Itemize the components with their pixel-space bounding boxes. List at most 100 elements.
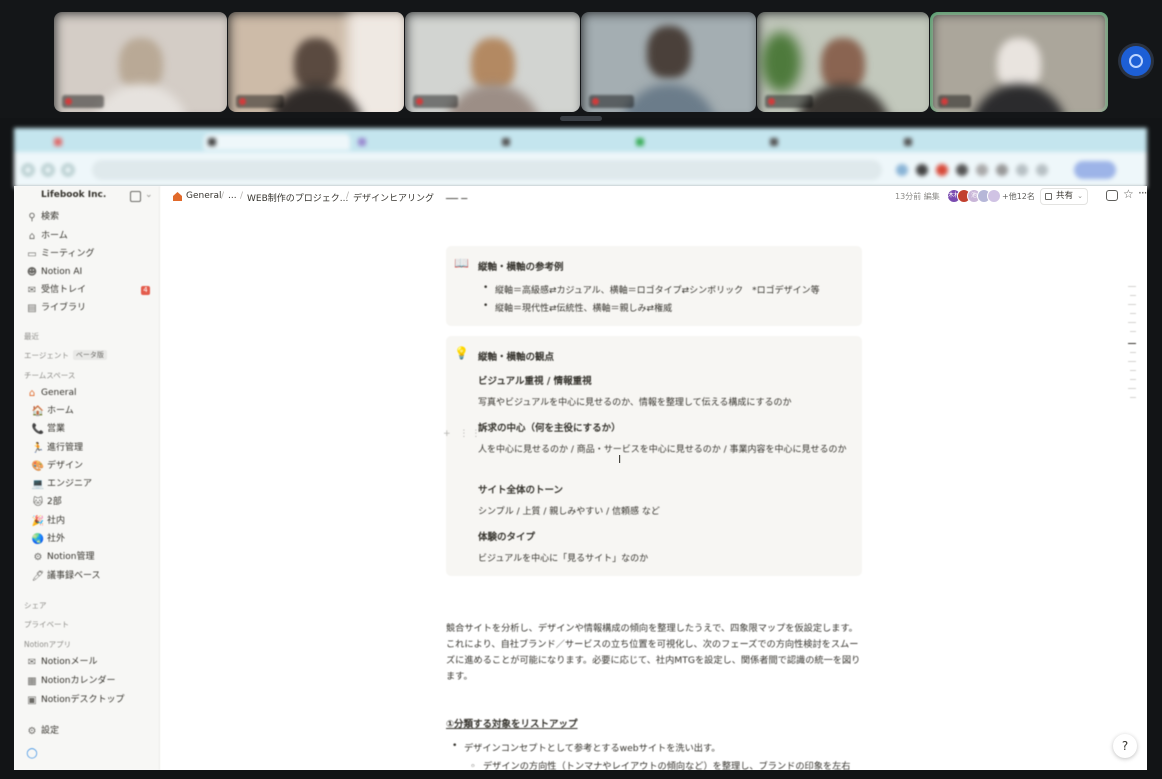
toc-line[interactable]	[1130, 352, 1136, 353]
sidebar-section-recent[interactable]: 最近	[24, 331, 39, 342]
browser-tab-active[interactable]	[204, 134, 350, 150]
sidebar-item-home[interactable]: ⌂ ホーム	[24, 228, 154, 245]
sidebar-item-notion-desktop[interactable]: ▣ Notionデスクトップ	[24, 692, 154, 709]
breadcrumb-separator: /	[221, 191, 225, 201]
mail-icon: ✉	[27, 657, 37, 668]
sidebar-item-team-home[interactable]: 🏠 ホーム	[30, 403, 160, 420]
sidebar-section-shared[interactable]: シェア	[24, 600, 47, 611]
star-icon[interactable]: ☆	[1123, 187, 1134, 201]
list-item[interactable]: デザインコンセプトとして参考とするwebサイトを洗い出す。	[452, 740, 720, 754]
participant-tile[interactable]	[54, 12, 227, 112]
participant-tile-speaking[interactable]	[930, 12, 1108, 112]
toc-line[interactable]	[1128, 361, 1136, 362]
sidebar-item-dept2[interactable]: 🐱 2部	[30, 494, 160, 511]
breadcrumb-project[interactable]: WEB制作のプロジェク...	[247, 191, 348, 204]
toc-line[interactable]	[1130, 331, 1136, 332]
back-icon[interactable]	[22, 164, 34, 176]
participant-tile[interactable]	[228, 12, 404, 112]
more-options-icon[interactable]: ···	[1138, 186, 1147, 200]
beta-badge: ベータ版	[72, 350, 107, 360]
sidebar-item-notion-mail[interactable]: ✉ Notionメール	[24, 654, 154, 671]
toc-line[interactable]	[1128, 286, 1136, 287]
call-control-button[interactable]	[1121, 46, 1151, 76]
last-edited-label[interactable]: 13分前 編集	[895, 191, 940, 202]
toc-line[interactable]	[1130, 397, 1136, 398]
chevron-down-icon[interactable]: ⌄	[145, 190, 153, 200]
forward-icon[interactable]	[42, 164, 54, 176]
workspace-switcher[interactable]: Lifebook Inc. ⌄	[14, 186, 160, 208]
extension-icon[interactable]	[1036, 164, 1048, 176]
toc-line[interactable]	[1130, 295, 1136, 296]
sidebar-item-notion-ai[interactable]: ☻ Notion AI	[24, 264, 154, 281]
extension-icon[interactable]	[1016, 164, 1028, 176]
block-drag-handle[interactable]: + ⋮⋮	[443, 429, 483, 439]
sidebar-item-engineer[interactable]: 💻 エンジニア	[30, 476, 160, 493]
sidebar-item-invite[interactable]: ◯	[24, 745, 154, 762]
extension-icon[interactable]	[936, 164, 948, 176]
sidebar-item-notion-admin[interactable]: ⚙ Notion管理	[30, 549, 160, 566]
teamspace-general[interactable]: ⌂ General	[24, 385, 154, 402]
browser-tab[interactable]	[354, 134, 494, 150]
sidebar-item-internal[interactable]: 🎉 社内	[30, 513, 160, 530]
extension-icon[interactable]	[976, 164, 988, 176]
body-paragraph[interactable]: 競合サイトを分析し、デザインや情報構成の傾向を整理したうえで、四象限マップを仮設…	[446, 621, 862, 685]
toc-line[interactable]	[1130, 313, 1136, 314]
breadcrumb-ellipsis[interactable]: ...	[228, 191, 237, 201]
avatar[interactable]	[987, 189, 1001, 203]
list-subitem[interactable]: デザインの方向性（トンマナやレイアウトの傾向など）を整理し、ブランドの印象を左右…	[470, 759, 855, 770]
sidebar-item-search[interactable]: ⚲ 検索	[24, 209, 154, 226]
sidebar-section-apps[interactable]: Notionアプリ	[24, 639, 71, 650]
other-viewers-count[interactable]: +他12名	[1002, 191, 1035, 202]
workspace-name: Lifebook Inc.	[41, 190, 107, 200]
extension-icon[interactable]	[956, 164, 968, 176]
sidebar-item-notion-calendar[interactable]: ▦ Notionカレンダー	[24, 673, 154, 690]
toc-line-active[interactable]	[1128, 343, 1136, 344]
sidebar-item-external[interactable]: 🌏 社外	[30, 531, 160, 548]
browser-tab[interactable]	[766, 134, 896, 150]
callout-title: 縦軸・横軸の参考例	[478, 262, 564, 273]
browser-tab[interactable]	[498, 134, 628, 150]
new-page-icon[interactable]	[130, 191, 141, 202]
sidebar-item-settings[interactable]: ⚙ 設定	[24, 723, 154, 740]
toc-line[interactable]	[1130, 370, 1136, 371]
address-bar[interactable]	[92, 160, 882, 180]
sidebar-item-inbox[interactable]: ✉ 受信トレイ	[24, 282, 154, 299]
comment-icon[interactable]	[1106, 190, 1118, 201]
sidebar-item-sales[interactable]: 📞 営業	[30, 421, 160, 438]
toc-line[interactable]	[1130, 379, 1136, 380]
callout-subheading: 体験のタイプ	[478, 532, 536, 543]
participant-tile[interactable]	[757, 12, 929, 112]
browser-tab[interactable]	[50, 134, 200, 150]
help-button[interactable]: ?	[1113, 734, 1137, 758]
strip-resize-handle[interactable]	[560, 116, 602, 121]
callout-perspectives[interactable]: 💡 縦軸・横軸の観点 ビジュアル重視 / 情報重視 写真やビジュアルを中心に見せ…	[446, 336, 862, 576]
breadcrumb-current-page[interactable]: デザインヒアリング	[353, 191, 434, 204]
callout-examples[interactable]: 📖 縦軸・横軸の参考例 縦軸＝高級感⇄カジュアル、横軸＝ロゴタイプ⇄シンボリック…	[446, 246, 862, 326]
sidebar-item-meetings[interactable]: ▭ ミーティング	[24, 246, 154, 263]
participant-tile[interactable]	[405, 12, 580, 112]
sidebar-section-private[interactable]: プライベート	[24, 619, 69, 630]
sidebar-item-design[interactable]: 🎨 デザイン	[30, 458, 160, 475]
extension-icon[interactable]	[916, 164, 928, 176]
browser-tab-bar	[14, 128, 1147, 152]
participant-tile[interactable]	[581, 12, 756, 112]
table-of-contents-minimap[interactable]	[1126, 286, 1136, 406]
breadcrumb-general[interactable]: General	[186, 191, 221, 201]
browser-tab[interactable]	[632, 134, 762, 150]
browser-profile-button[interactable]	[1074, 161, 1116, 179]
desktop-icon: ▣	[27, 695, 37, 706]
extension-icon[interactable]	[996, 164, 1008, 176]
section-heading[interactable]: ①分類する対象をリストアップ	[446, 716, 578, 730]
sidebar-item-progress[interactable]: 🏃 進行管理	[30, 440, 160, 457]
sidebar-section-teamspace[interactable]: チームスペース	[24, 370, 75, 381]
sidebar-section-agents[interactable]: エージェント ベータ版	[24, 350, 107, 361]
toc-line[interactable]	[1128, 388, 1136, 389]
browser-tab[interactable]	[900, 134, 1030, 150]
sidebar-item-library[interactable]: ▤ ライブラリ	[24, 300, 154, 317]
share-button[interactable]: 共有 ⌄	[1040, 188, 1089, 205]
reload-icon[interactable]	[62, 164, 74, 176]
toc-line[interactable]	[1128, 322, 1136, 323]
extension-icon[interactable]	[896, 164, 908, 176]
toc-line[interactable]	[1128, 304, 1136, 305]
sidebar-item-minutes[interactable]: 🖊 議事録ベース	[30, 568, 160, 585]
